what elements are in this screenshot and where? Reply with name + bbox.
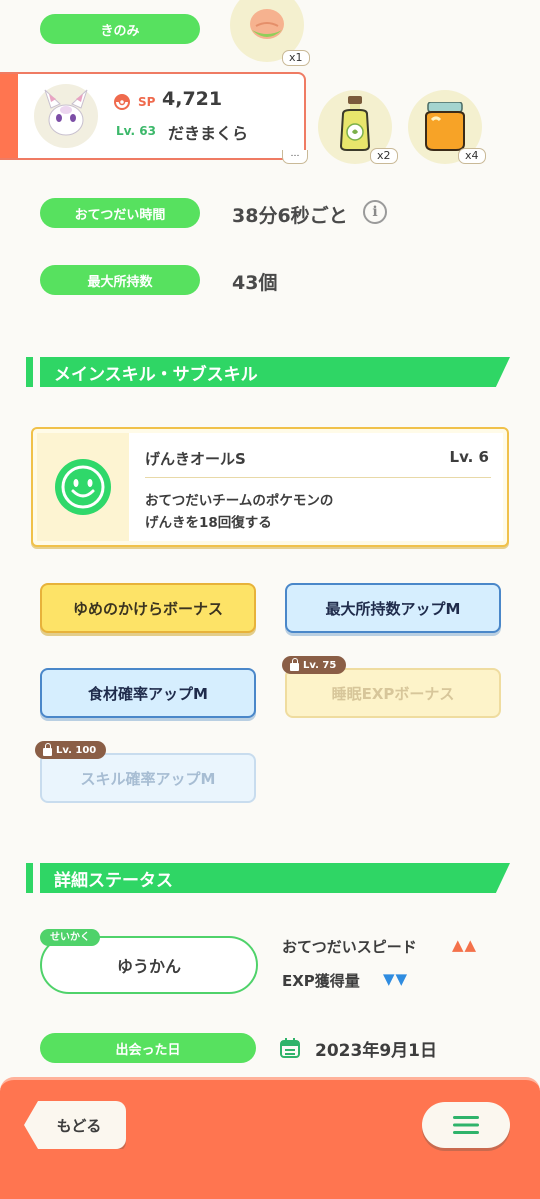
section-header-bar — [26, 357, 33, 387]
wigglytuff-avatar-icon — [44, 89, 88, 136]
sub-skill-skill-trigger-m[interactable]: スキル確率アップM — [40, 753, 256, 803]
sub-skill-dream-shard-bonus[interactable]: ゆめのかけらボーナス — [40, 583, 256, 633]
lock-badge-lv100: Lv. 100 — [35, 741, 107, 759]
nature-up-label: おてつだいスピード — [282, 938, 417, 956]
oil-qty-badge: x2 — [370, 148, 398, 164]
nature-down-arrows: ▼▼ — [383, 970, 409, 988]
main-skill-divider — [145, 477, 491, 478]
pokeball-icon — [114, 94, 130, 110]
lock-icon — [43, 742, 52, 756]
nature-down-label: EXP獲得量 — [282, 972, 360, 990]
main-skill-card[interactable]: げんきオールS Lv. 6 おてつだいチームのポケモンの げんきを18回復する — [31, 427, 509, 547]
details-section-header: 詳細ステータス — [26, 863, 512, 893]
peach-berry-icon — [250, 9, 284, 39]
lock-level-100: Lv. 100 — [56, 744, 97, 756]
berry-label: きのみ — [40, 14, 200, 44]
main-skill-description-line2: げんきを18回復する — [145, 515, 272, 531]
card-accent-bar — [0, 74, 18, 158]
hidden-qty-badge: … — [282, 150, 308, 164]
main-skill-content: げんきオールS Lv. 6 おてつだいチームのポケモンの げんきを18回復する — [129, 433, 503, 541]
sub-skill-ingredient-finder-m[interactable]: 食材確率アップM — [40, 668, 256, 718]
skills-section-header: メインスキル・サブスキル — [26, 357, 512, 387]
honey-qty-badge: x4 — [458, 148, 486, 164]
nature-value: ゆうかん — [116, 957, 181, 976]
pokemon-name: だきまくら — [168, 124, 249, 143]
sub-skill-inventory-up-m[interactable]: 最大所持数アップM — [285, 583, 501, 633]
help-time-value: 38分6秒ごと — [232, 205, 348, 227]
menu-button[interactable] — [422, 1102, 510, 1148]
section-header-bar — [26, 863, 33, 893]
max-carry-label: 最大所持数 — [40, 265, 200, 295]
pokemon-level: Lv. 63 — [116, 124, 156, 138]
skills-section-title: メインスキル・サブスキル — [40, 357, 510, 387]
details-section-title: 詳細ステータス — [40, 863, 510, 893]
smile-face-icon — [55, 459, 111, 515]
sp-label: SP — [138, 95, 156, 109]
met-date-label: 出会った日 — [40, 1033, 256, 1063]
main-skill-name: げんきオールS — [145, 450, 246, 468]
honey-jar-icon — [425, 102, 465, 151]
lock-icon — [290, 657, 299, 671]
lock-level-75: Lv. 75 — [303, 659, 337, 671]
lock-badge-lv75: Lv. 75 — [282, 656, 347, 674]
max-carry-value: 43個 — [232, 272, 278, 294]
oil-bottle-icon — [339, 96, 371, 151]
pokemon-card[interactable]: SP 4,721 Lv. 63 だきまくら — [0, 72, 306, 160]
back-button-label: もどる — [56, 1116, 102, 1135]
back-button[interactable]: もどる — [24, 1101, 126, 1149]
nature-tag: せいかく — [40, 929, 100, 946]
nature-up-arrows: ▲▲ — [452, 936, 478, 954]
hamburger-menu-icon — [453, 1116, 479, 1134]
help-time-label: おてつだい時間 — [40, 198, 200, 228]
main-skill-level: Lv. 6 — [449, 448, 489, 466]
info-icon[interactable]: i — [363, 200, 387, 224]
main-skill-description-line1: おてつだいチームのポケモンの — [145, 493, 334, 509]
sub-skill-sleep-exp-bonus[interactable]: 睡眠EXPボーナス — [285, 668, 501, 718]
avatar — [34, 84, 98, 148]
met-date-value: 2023年9月1日 — [315, 1041, 437, 1061]
calendar-icon — [280, 1038, 300, 1058]
sp-value: 4,721 — [162, 88, 223, 110]
berry-qty-badge: x1 — [282, 50, 310, 66]
